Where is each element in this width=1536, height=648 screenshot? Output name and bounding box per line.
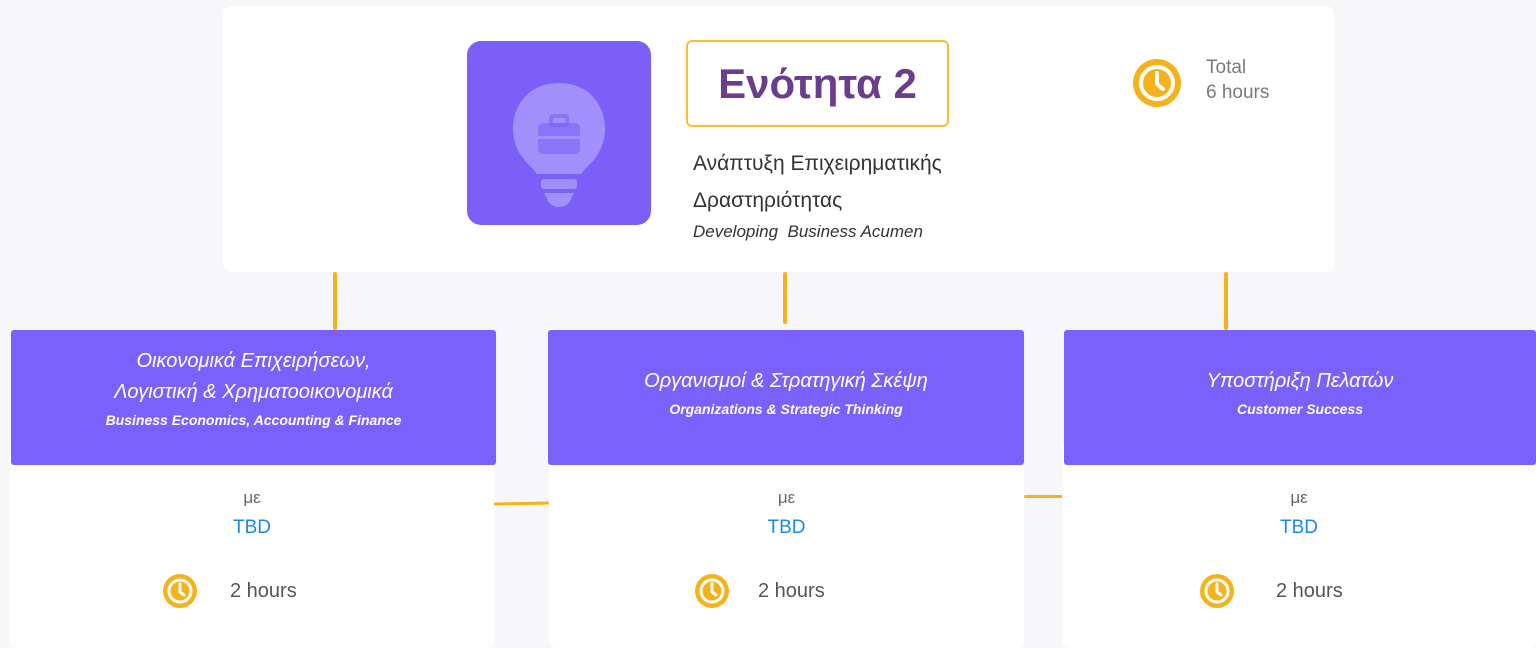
course-title-greek-line-2: Λογιστική & Χρηματοοικονομικά xyxy=(114,381,393,403)
module-title-english: Developing Business Acumen xyxy=(693,222,923,241)
course-card xyxy=(549,440,1024,648)
course-title-english: Business Economics, Accounting & Finance xyxy=(105,412,402,428)
module-icon-tile xyxy=(467,41,651,225)
total-label: Total xyxy=(1206,57,1247,78)
connector-course-1-2 xyxy=(493,501,551,506)
clock-icon xyxy=(695,574,729,608)
course-title-greek-line-1: Οικονομικά Επιχειρήσεων, xyxy=(136,350,371,372)
connector-module-course-3 xyxy=(1224,272,1228,330)
lightbulb-briefcase-icon xyxy=(513,83,605,207)
course-title-english: Organizations & Strategic Thinking xyxy=(669,401,903,417)
connector-module-course-1 xyxy=(333,272,337,330)
clock-icon xyxy=(1200,574,1234,608)
course-by-label: με xyxy=(777,488,796,507)
course-title-greek-line-1: Οργανισμοί & Στρατηγική Σκέψη xyxy=(644,370,928,392)
clock-icon xyxy=(1133,59,1181,107)
module-badge: Ενότητα 2 xyxy=(686,40,949,127)
course-hours: 2 hours xyxy=(758,580,825,602)
course-title-english: Customer Success xyxy=(1236,401,1364,417)
module-title-line-1: Ανάπτυξη Επιχειρηματικής xyxy=(693,152,942,175)
course-instructor: TBD xyxy=(1280,517,1318,538)
clock-icon xyxy=(163,574,197,608)
connector-module-course-2 xyxy=(783,272,787,324)
course-card xyxy=(1062,440,1536,648)
module-title-greek: Ανάπτυξη Επιχειρηματικής Δραστηριότητας xyxy=(693,145,1113,219)
connector-course-2-3 xyxy=(1024,495,1064,498)
course-header: Οικονομικά Επιχειρήσεων, Λογιστική & Χρη… xyxy=(11,330,496,465)
module-badge-label: Ενότητα 2 xyxy=(718,59,917,107)
course-instructor: TBD xyxy=(233,517,271,538)
course-title-greek-line-1: Υποστήριξη Πελατών xyxy=(1206,370,1394,392)
course-header: Υποστήριξη Πελατών Customer Success xyxy=(1064,330,1536,465)
course-card xyxy=(10,440,494,648)
course-by-label: με xyxy=(1290,488,1308,507)
module-title-line-2: Δραστηριότητας xyxy=(693,189,843,212)
total-hours: 6 hours xyxy=(1206,82,1270,103)
course-header: Οργανισμοί & Στρατηγική Σκέψη Organizati… xyxy=(548,330,1024,465)
course-instructor: TBD xyxy=(767,517,806,538)
total-duration: Total 6 hours xyxy=(1206,55,1269,105)
course-hours: 2 hours xyxy=(230,580,297,602)
course-by-label: με xyxy=(243,488,261,507)
course-hours: 2 hours xyxy=(1276,580,1343,602)
